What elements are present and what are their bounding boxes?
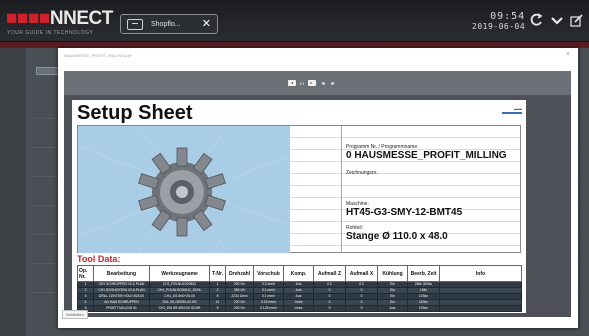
drawing-label: Zeichnungsnr.: [346,170,379,176]
close-button[interactable]: Schließen [62,310,88,319]
edit-icon[interactable] [570,13,584,30]
clock: 09:54 2019-06-04 [472,11,525,31]
drawing-field: Zeichnungsnr.: [346,170,379,176]
logo-tagline: YOUR GUIDE IN TECHNOLOGY [7,30,94,36]
stock-field: Rohteil: Stange Ø 110.0 x 48.0 [346,225,448,242]
tool-table: Op. Nr. Bearbeitung Werkzeugname T-Nr. Drehz… [77,265,522,312]
table-row: 5 PROFIT MILLING #1 CH1_EM Ø4+Ø10.00 SCHR 5… [77,305,522,312]
table-cell: CH1 SCHRUPPEN V2 & PLAN [93,281,150,288]
column-header: Beerb. Zeit [407,265,440,282]
tab-close-icon[interactable]: ✕ [202,17,211,30]
document-icon [127,18,143,30]
chevron-down-icon[interactable] [550,13,564,30]
tool-data-title: Tool Data: [77,254,121,264]
pdf-page: Setup Sheet ▬▬ Programm Nr. / Programmna… [72,100,526,313]
machine-value: HT45-G3-SMY-12-BMT45 [346,207,463,218]
stock-value: Stange Ø 110.0 x 48.0 [346,231,448,242]
app-tab-shopfloor[interactable]: Shopflo... ✕ [120,14,218,34]
table-cell: 10Sec [407,305,440,312]
column-header: T-Nr. [209,265,226,282]
column-header: Werkzeugname [149,265,210,282]
column-header: Komp. [283,265,314,282]
column-header: Aufmaß Z [313,265,346,282]
app-logo: ■■■■ NNECT [6,8,113,30]
background-button[interactable] [36,67,60,75]
table-cell: 0 [345,305,378,312]
column-header: Kühlung [377,265,408,282]
sheet-title: Setup Sheet [77,102,193,124]
table-cell: CH1 SCHLICHTEN V2 & PLAN [93,287,150,294]
setup-header-grid: Programm Nr. / Programmname: 0 HAUSMESSE… [77,125,521,253]
part-preview-image [78,126,290,253]
program-field: Programm Nr. / Programmname: 0 HAUSMESSE… [346,144,507,161]
pdf-viewer[interactable]: ◂ 1/1 ▸ Setup Sheet ▬▬ Programm Nr. / Pr… [64,71,571,317]
table-cell: 200 V/c [225,305,254,312]
pdf-viewer-modal: HAUSMESSE_PROFIT_MILLING.pdf × ◂ 1/1 ▸ S… [58,48,578,328]
pager: ◂ 1/1 ▸ [288,80,334,86]
tab-label: Shopflo... [151,20,181,28]
zoom-in-icon[interactable] [330,81,334,85]
column-header: Aufmaß X [345,265,378,282]
top-bar: ■■■■ NNECT YOUR GUIDE IN TECHNOLOGY Shopf… [0,0,589,42]
logo-text: NNECT [49,8,113,29]
table-cell: CH1_POLNLSO20612_SCHL [149,287,210,294]
logo-red-part: ■■■■ [6,8,50,29]
table-cell [439,305,522,312]
table-cell: PROFIT MILLING #1 [93,305,150,312]
column-header: Vorschub [253,265,284,282]
program-value: 0 HAUSMESSE_PROFIT_MILLING [346,150,507,161]
column-header: Drehzahl [225,265,254,282]
brand-logo: ▬▬ [502,106,522,114]
column-header: Bearbeitung [93,265,150,282]
modal-close-icon[interactable]: × [566,51,570,58]
table-cell: 5 [209,305,226,312]
table-cell: CH1_EM Ø4+Ø10.00 SCHR [149,305,210,312]
zoom-out-icon[interactable] [321,81,325,85]
machine-field: Maschine: HT45-G3-SMY-12-BMT45 [346,201,462,218]
table-cell: 0 [313,305,346,312]
table-cell: Links [283,305,314,312]
next-page-button[interactable]: ▸ [307,80,316,86]
modal-title: HAUSMESSE_PROFIT_MILLING.pdf [64,53,131,58]
clock-time: 09:54 [490,11,526,22]
clock-date: 2019-06-04 [472,22,526,31]
column-header: Op. Nr. [77,265,94,282]
refresh-icon[interactable] [530,13,544,30]
prev-page-button[interactable]: ◂ [288,80,296,86]
viewer-toolbar: ◂ 1/1 ▸ [64,71,571,95]
tool-table-header: Op. Nr. Bearbeitung Werkzeugname T-Nr. Drehz… [77,265,522,282]
page-indicator: 1/1 [299,80,305,86]
column-header: Info [439,265,522,282]
table-cell: DRILL CENTER HOLE Ø25.00 [93,293,150,300]
table-cell: 0.125 mm/r [253,305,284,312]
table-cell: Aus [377,305,408,312]
